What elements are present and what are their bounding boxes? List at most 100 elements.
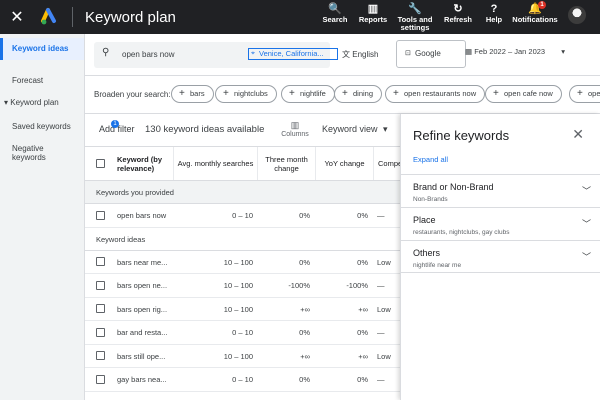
cell-competition: — [377,375,385,384]
cell-three-month: 0% [299,375,310,384]
refine-title: Refine keywords [413,128,510,143]
table-row: bar and resta... 0 – 10 0% 0% — [85,321,400,345]
chevron-down-icon: ﹀ [581,252,591,262]
row-checkbox[interactable] [96,374,105,384]
expand-all-link[interactable]: Expand all [413,155,448,164]
notifications-action-label: Notifications [512,15,558,24]
help-action[interactable]: ? Help [478,0,510,34]
select-all-checkbox[interactable] [96,159,105,168]
notification-badge: 1 [538,1,546,9]
columns-button[interactable]: ▥ Columns [278,120,312,138]
filter-count-badge: 1 [111,120,119,128]
cell-competition: Low [377,304,391,314]
row-select-cell [96,251,105,274]
row-checkbox[interactable] [96,327,105,337]
cell-keyword: bar and resta... [117,328,168,337]
row-select-cell [96,368,105,391]
notifications-action[interactable]: 🔔 Notifications 1 [510,0,560,34]
cell-keyword: open bars now [117,211,167,220]
chip-label: open restaurants now [404,89,477,98]
nav-forecast[interactable]: Forecast [0,70,84,92]
close-icon[interactable]: ✕ [4,7,30,27]
cell-three-month: +∞ [300,351,310,361]
select-all-cell [96,147,105,180]
broaden-chip[interactable]: + open restaurants now [385,85,486,103]
network-selector[interactable]: ⊡ Google [396,40,466,68]
refine-group-title: Place [413,215,436,225]
close-icon[interactable]: ✕ [572,126,584,143]
cell-avg-searches: 10 – 100 [223,351,253,361]
refine-group-title: Brand or Non-Brand [413,182,494,192]
cell-keyword: bars near me... [117,257,168,267]
broaden-chip[interactable]: + nightclubs [215,85,277,103]
translate-icon: 文 [342,50,350,59]
search-action[interactable]: 🔍 Search [316,0,354,34]
columns-label: Columns [281,131,309,138]
header-competition[interactable]: Compe [373,147,400,180]
search-icon: 🔍 [328,3,342,15]
cell-three-month: 0% [299,328,310,337]
broaden-chip[interactable]: + dining [334,85,383,103]
cell-keyword: bars still ope... [117,351,166,361]
nav-keyword-ideas[interactable]: Keyword ideas [0,38,84,60]
reports-action[interactable]: ▥ Reports [354,0,392,34]
refine-group-title: Others [413,248,441,258]
cell-competition: Low [377,257,391,267]
location-selector[interactable]: ⌖ Venice, California... [248,48,338,60]
table-row: bars open rig... 10 – 100 +∞ +∞ Low [85,298,400,321]
row-select-cell [96,298,105,321]
nav-keyword-plan[interactable]: ▾ Keyword plan [0,92,84,114]
header-yoy-change[interactable]: YoY change [315,147,373,180]
tools-action[interactable]: 🔧 Tools and settings [392,0,438,34]
date-range-selector[interactable]: ▦ Feb 2022 – Jan 2023 ▾ [465,47,565,56]
date-range-value: Feb 2022 – Jan 2023 [474,47,546,56]
refine-group-place[interactable]: Place restaurants, nightclubs, gay clubs… [401,207,600,240]
broaden-chip[interactable]: + nightlife [281,85,335,103]
chevron-down-icon: ▾ [561,47,565,56]
search-action-label: Search [322,15,348,24]
cell-three-month: -100% [288,281,310,290]
refine-group-summary: nightlife near me [413,262,462,269]
google-ads-logo-icon [40,7,60,27]
nav-saved-keywords[interactable]: Saved keywords [0,116,84,138]
cell-competition: — [377,211,385,220]
header-three-month-change[interactable]: Three month change [257,147,315,180]
row-checkbox[interactable] [96,210,105,220]
cell-keyword: gay bars nea... [117,375,167,384]
refresh-action[interactable]: ↻ Refresh [438,0,478,34]
header-avg-searches[interactable]: Avg. monthly searches [173,147,257,180]
nav-negative-keywords[interactable]: Negative keywords [0,144,70,162]
refine-group-others[interactable]: Others nightlife near me ﹀ [401,240,600,273]
cell-competition: Low [377,351,391,361]
top-actions: 🔍 Search ▥ Reports 🔧 Tools and settings … [316,0,560,34]
table-row: bars near me... 10 – 100 0% 0% Low [85,251,400,274]
keyword-view-label: Keyword view [322,124,378,134]
keyword-view-selector[interactable]: Keyword view ▾ [322,124,388,135]
row-checkbox[interactable] [96,257,105,267]
avatar[interactable] [568,6,586,24]
plus-icon: + [393,88,399,99]
broaden-chip[interactable]: + oper [569,85,600,103]
cell-yoy: 0% [357,211,368,220]
row-checkbox[interactable] [96,280,105,290]
location-value: Venice, California... [259,49,324,58]
broaden-chip[interactable]: + open cafe now [485,85,562,103]
location-pin-icon: ⌖ [251,50,255,57]
refine-group-brand[interactable]: Brand or Non-Brand Non-Brands ﹀ [401,174,600,207]
row-checkbox[interactable] [96,304,105,314]
left-nav: Keyword ideas Forecast ▾ Keyword plan Sa… [0,34,85,400]
cell-yoy: 0% [357,375,368,384]
row-select-cell [96,345,105,368]
refresh-action-label: Refresh [444,15,472,24]
row-checkbox[interactable] [96,351,105,361]
refine-keywords-panel: Refine keywords ✕ Expand all Brand or No… [400,114,600,400]
broaden-chip[interactable]: + bars [171,85,214,103]
top-bar: ✕ Keyword plan 🔍 Search ▥ Reports 🔧 Tool… [0,0,600,34]
plus-icon: + [223,88,229,99]
plus-icon: + [577,88,583,99]
reports-action-label: Reports [358,15,388,24]
cell-avg-searches: 10 – 100 [223,281,253,290]
plus-icon: + [289,88,295,99]
language-selector[interactable]: 文 English [342,49,378,60]
header-keyword[interactable]: Keyword (by relevance) [117,147,173,180]
